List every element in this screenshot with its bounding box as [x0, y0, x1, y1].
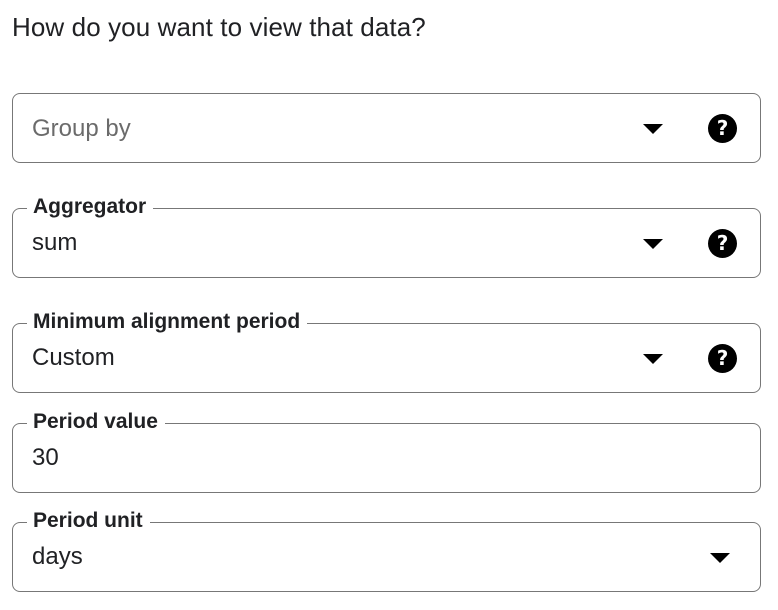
aggregator-label: Aggregator [27, 194, 154, 220]
aggregator-value: sum [32, 229, 78, 256]
chevron-down-icon[interactable] [643, 354, 663, 364]
group-by-placeholder: Group by [32, 115, 131, 142]
period-unit-value: days [32, 543, 83, 570]
minimum-alignment-period-label: Minimum alignment period [27, 309, 308, 335]
section-heading: How do you want to view that data? [12, 12, 426, 42]
minimum-alignment-period-select[interactable]: Minimum alignment period Custom ? [12, 309, 761, 393]
period-unit-select[interactable]: Period unit days [12, 508, 761, 592]
period-value-label: Period value [27, 409, 165, 435]
help-icon[interactable]: ? [708, 344, 737, 373]
period-value-input[interactable]: Period value 30 [12, 409, 761, 493]
group-by-select[interactable]: Group by ? [12, 93, 761, 163]
help-icon[interactable]: ? [708, 114, 737, 143]
chevron-down-icon[interactable] [710, 553, 730, 563]
chevron-down-icon[interactable] [643, 239, 663, 249]
chevron-down-icon[interactable] [643, 124, 663, 134]
help-icon[interactable]: ? [708, 229, 737, 258]
period-value-text[interactable]: 30 [32, 443, 59, 473]
aggregator-select[interactable]: Aggregator sum ? [12, 194, 761, 278]
period-unit-label: Period unit [27, 508, 150, 534]
minimum-alignment-period-value: Custom [32, 344, 115, 371]
